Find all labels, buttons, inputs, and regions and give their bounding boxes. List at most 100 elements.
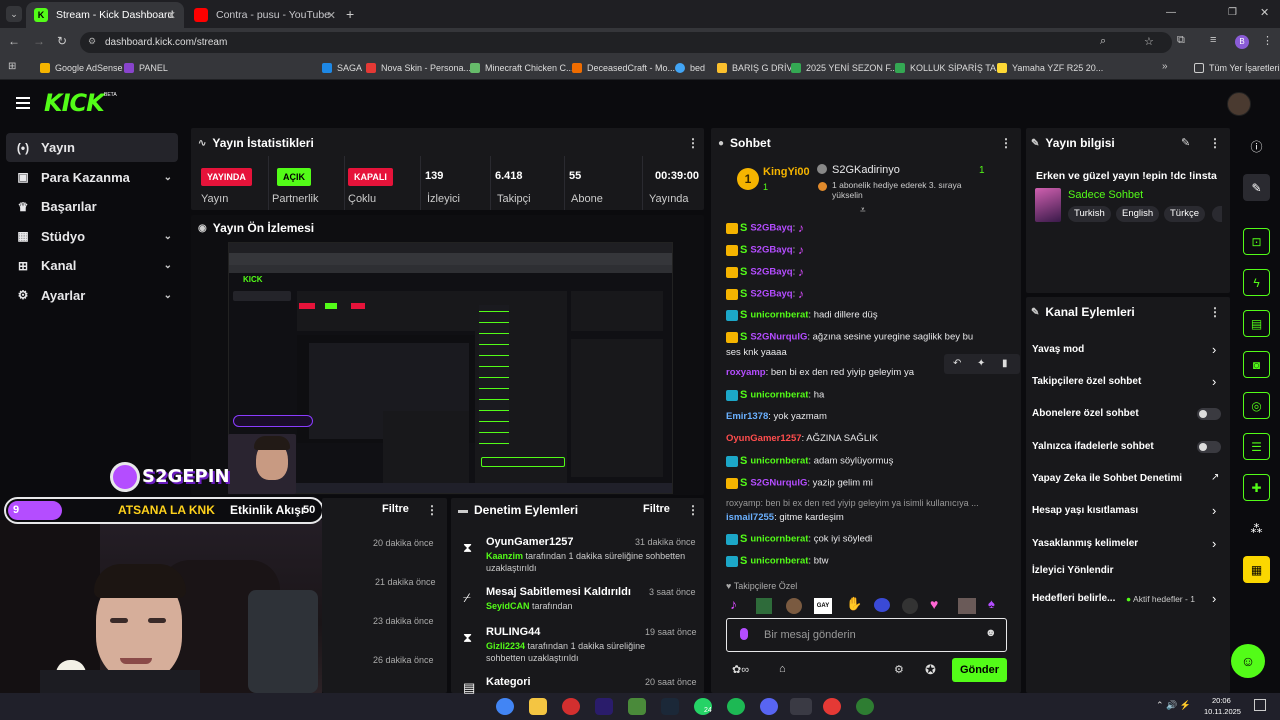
media-icon[interactable]: ≡ [1210,34,1216,46]
notes-icon[interactable]: ▤ [1243,310,1270,337]
emote-icon[interactable]: ✋ [846,596,862,612]
tag-pill[interactable]: Turkish [1068,206,1111,222]
menu-dots-icon[interactable]: ⋮ [1262,34,1273,47]
emote-icon[interactable] [874,598,890,612]
bookmark-item[interactable]: BARIŞ G DRİVE [717,60,799,76]
mod-item-name[interactable]: Mesaj Sabitlemesi Kaldırıldı [486,586,631,598]
chat-message[interactable]: ismail7255: gitme kardeşim [726,512,844,523]
discord-icon[interactable] [760,698,778,715]
notification-icon[interactable] [1254,699,1266,711]
camera-icon[interactable]: ⊡ [1243,228,1270,255]
channel-action[interactable]: Hesap yaşı kısıtlaması [1032,505,1222,516]
stats-menu-icon[interactable]: ⋮ [687,136,699,150]
chat-username[interactable]: unicornberat [750,310,808,321]
chat-message[interactable]: roxyamp: ben bi ex den red yiyip geleyim… [726,367,914,378]
forward-icon[interactable]: → [33,34,45,48]
tab-search-icon[interactable]: ⌄ [6,6,22,22]
collapse-pinned-icon[interactable]: ⩡ [860,205,866,216]
chat-username[interactable]: S2GBayq [750,245,792,256]
support-icon[interactable]: ☺ [1231,644,1265,678]
more-bookmarks-icon[interactable]: » [1162,61,1168,72]
sidebar-item-başarılar[interactable]: ♛ Başarılar [6,192,178,221]
mod-item-name[interactable]: RULING44 [486,626,540,638]
restore-icon[interactable]: ❐ [1228,7,1237,18]
emote-icon[interactable] [902,598,918,614]
chevron-right-icon[interactable]: › [1212,591,1216,606]
opera-icon[interactable] [562,698,580,715]
sidebar-item-yayın[interactable]: (•) Yayın [6,133,178,162]
hamburger-menu-icon[interactable] [16,97,30,109]
app-icon[interactable] [856,698,874,715]
bookmark-item[interactable]: Nova Skin - Persona... [366,60,471,76]
emote-icon[interactable] [786,598,802,614]
window-close-icon[interactable]: ✕ [1260,6,1269,19]
mod-tools-icon[interactable]: ✪ [925,662,936,678]
bookmark-item[interactable]: SAGA [322,60,362,76]
chat-message[interactable]: S S2GBayq: ♪ [726,265,804,279]
user-avatar[interactable] [1227,92,1251,116]
lightning-icon[interactable]: ϟ [1243,269,1270,296]
spotify-icon[interactable] [727,698,745,715]
category-thumbnail[interactable] [1035,188,1061,222]
mic-icon[interactable] [740,628,748,640]
steam-icon[interactable] [661,698,679,715]
chat-message[interactable]: Emir1378: yok yazmam [726,411,827,422]
toggle-switch[interactable] [1197,408,1221,420]
chevron-down-icon[interactable]: ⌄ [164,290,172,301]
mod-actor[interactable]: Gizli2234 [486,641,525,651]
chat-message[interactable]: S S2GBayq: ♪ [726,287,804,301]
chevron-right-icon[interactable]: › [1212,342,1216,357]
emote-icon[interactable] [958,598,976,614]
chevron-right-icon[interactable]: › [1212,536,1216,551]
tag-pill[interactable]: Türkçe [1164,206,1206,222]
address-bar[interactable]: ⚙ dashboard.kick.com/stream ⌕ ☆ [80,32,1172,53]
bookmark-star-icon[interactable]: ☆ [1144,35,1154,48]
bookmark-item[interactable]: DeceasedCraft - Mo... [572,60,675,76]
chat-message[interactable]: Sunicornberat: çok iyi söyledi [726,533,872,545]
tab-kick-dashboard[interactable]: K Stream - Kick Dashboard ✕ [26,2,184,28]
channel-action[interactable]: Takipçilere özel sohbet [1032,376,1222,387]
chrome-active-icon[interactable] [790,698,812,715]
profile-avatar[interactable]: B [1235,35,1249,49]
send-button[interactable]: Gönder [952,658,1007,682]
chat-message[interactable]: S S2GBayq: ♪ [726,243,804,257]
site-info-icon[interactable]: ⚙ [88,36,96,47]
chat-icon[interactable]: ◙ [1243,351,1270,378]
chat-message[interactable]: S S2GNurqulG: yazip gelim mi [726,477,873,489]
channel-action[interactable]: Abonelere özel sohbet [1032,408,1222,419]
chat-username[interactable]: S2GBayq [750,267,792,278]
bookmark-item[interactable]: Minecraft Chicken C... [470,60,574,76]
tools-icon[interactable]: ✚ [1243,474,1270,501]
reload-icon[interactable]: ↻ [57,34,67,48]
clapper-icon[interactable]: ▦ [1243,556,1270,583]
leader-name[interactable]: KingYi00 [763,166,810,178]
all-bookmarks[interactable]: Tüm Yer İşaretleri [1194,60,1280,76]
tag-pill[interactable]: English [1116,206,1160,222]
chevron-right-icon[interactable]: › [1212,374,1216,389]
emote-icon[interactable]: ♠ [988,596,995,611]
close-icon[interactable]: ✕ [167,9,176,22]
mod-actor[interactable]: Kaanzim [486,551,523,561]
chat-username[interactable]: unicornberat [750,534,808,545]
bookmark-item[interactable]: Google AdSense [40,60,123,76]
channel-action[interactable]: İzleyici Yönlendir [1032,565,1222,576]
chat-settings-icon[interactable]: ⚙ [894,663,904,676]
chat-username[interactable]: unicornberat [750,556,808,567]
chat-message[interactable]: S S2GNurqulG: ağzına sesine yuregine sagl… [726,331,973,343]
chat-username[interactable]: ismail7255 [726,512,774,523]
info-icon[interactable]: ⓘ [1243,133,1270,160]
back-icon[interactable]: ← [8,34,20,48]
chat-message[interactable]: Sunicornberat: btw [726,555,828,567]
bookmark-item[interactable]: PANEL [124,60,168,76]
reply-icon[interactable]: ↶ [953,358,961,369]
emote-icon[interactable] [756,598,772,614]
chat-username[interactable]: unicornberat [750,390,808,401]
emote-icon[interactable]: ♥ [930,596,938,612]
premiere-icon[interactable] [595,698,613,715]
channel-action[interactable]: Yalnızca ifadelerle sohbet [1032,441,1222,452]
extensions-icon[interactable]: ⧉ [1177,34,1185,47]
points-icon[interactable]: ✿∞ [732,663,749,676]
bookmark-item[interactable]: KOLLUK SİPARİŞ TA... [895,60,1004,76]
edit-icon[interactable]: ✎ [1243,174,1270,201]
chat-input[interactable]: Bir mesaj gönderin ☻ [726,618,1007,652]
